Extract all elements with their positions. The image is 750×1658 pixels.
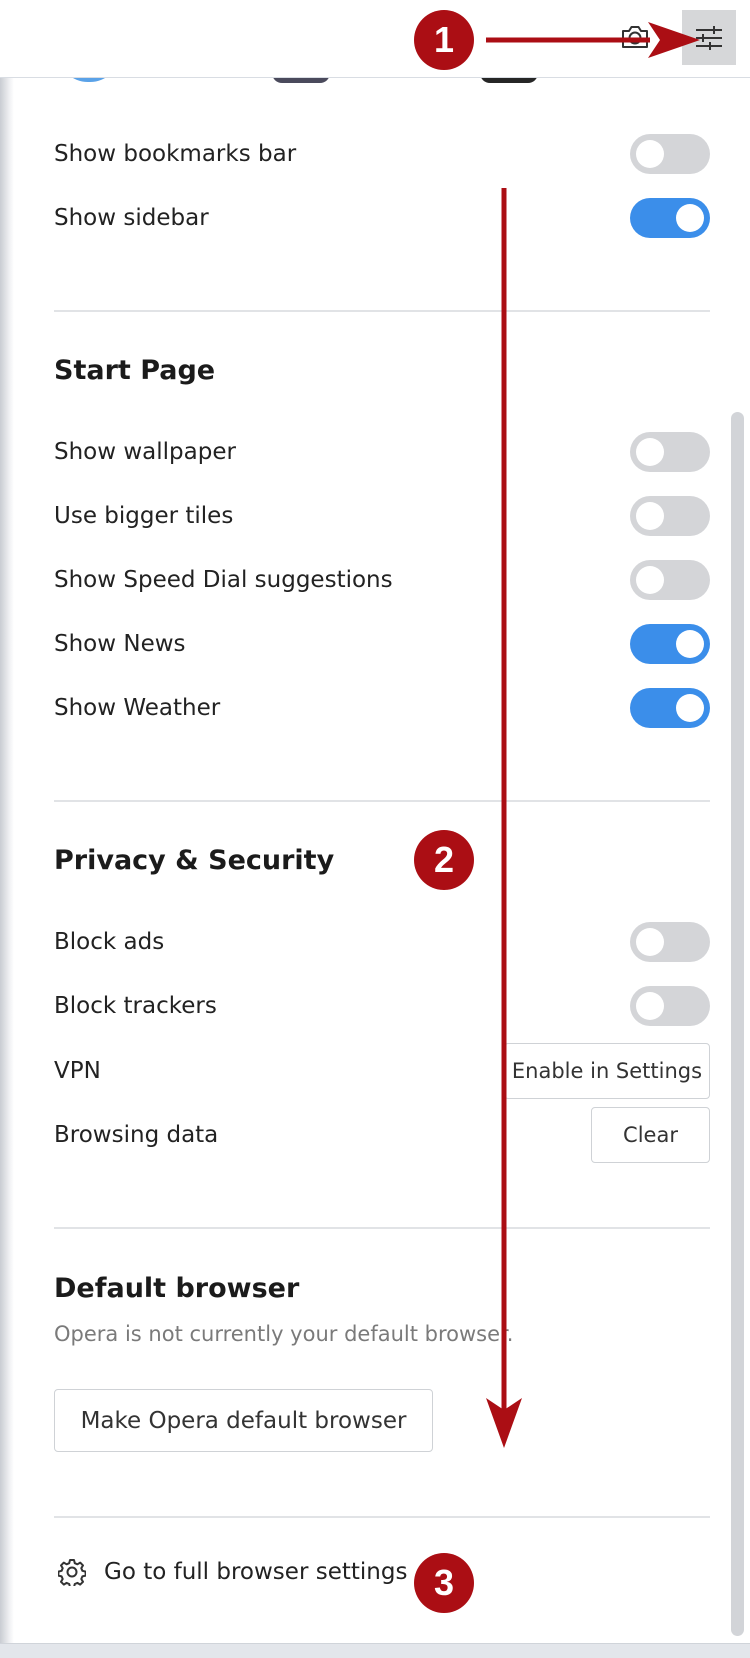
row-use-bigger-tiles: Use bigger tiles bbox=[54, 492, 710, 540]
row-label: Show bookmarks bar bbox=[54, 141, 297, 167]
row-show-sidebar: Show sidebar bbox=[54, 194, 710, 242]
row-show-wallpaper: Show wallpaper bbox=[54, 428, 710, 476]
row-label: Block trackers bbox=[54, 993, 217, 1019]
row-label: Browsing data bbox=[54, 1122, 219, 1148]
toggle-knob bbox=[676, 630, 704, 658]
toggle-block-trackers[interactable] bbox=[630, 986, 710, 1026]
row-label: Show News bbox=[54, 631, 186, 657]
section-title-start-page: Start Page bbox=[54, 355, 216, 386]
annotation-badge-2: 2 bbox=[414, 830, 474, 890]
row-show-news: Show News bbox=[54, 620, 710, 668]
row-block-ads: Block ads bbox=[54, 918, 710, 966]
row-label: Show Speed Dial suggestions bbox=[54, 567, 393, 593]
toggle-show-bookmarks-bar[interactable] bbox=[630, 134, 710, 174]
row-label: Block ads bbox=[54, 929, 165, 955]
gear-icon bbox=[58, 1559, 86, 1586]
row-label: VPN bbox=[54, 1058, 101, 1084]
section-divider bbox=[54, 1516, 710, 1518]
annotation-arrowhead-down bbox=[486, 1398, 522, 1448]
default-browser-note: Opera is not currently your default brow… bbox=[54, 1322, 514, 1346]
section-divider bbox=[54, 1227, 710, 1229]
section-divider bbox=[54, 310, 710, 312]
toggle-knob bbox=[636, 438, 664, 466]
toggle-knob bbox=[636, 992, 664, 1020]
annotation-badge-1: 1 bbox=[414, 10, 474, 70]
enable-vpn-in-settings-button[interactable]: Enable in Settings bbox=[504, 1043, 710, 1099]
scrollbar-thumb[interactable] bbox=[731, 412, 744, 1636]
full-browser-settings-label: Go to full browser settings bbox=[104, 1559, 408, 1585]
row-label: Show sidebar bbox=[54, 205, 209, 231]
toggle-show-wallpaper[interactable] bbox=[630, 432, 710, 472]
full-browser-settings-link[interactable]: Go to full browser settings bbox=[58, 1558, 407, 1586]
toggle-knob bbox=[636, 928, 664, 956]
sliders-icon bbox=[696, 25, 722, 50]
make-default-browser-button[interactable]: Make Opera default browser bbox=[54, 1389, 433, 1452]
clear-browsing-data-button[interactable]: Clear bbox=[591, 1107, 710, 1163]
row-vpn: VPN Enable in Settings bbox=[54, 1043, 710, 1099]
toggle-knob bbox=[636, 502, 664, 530]
row-label: Use bigger tiles bbox=[54, 503, 234, 529]
row-show-bookmarks-bar: Show bookmarks bar bbox=[54, 130, 710, 178]
window-bottom-edge bbox=[0, 1643, 750, 1658]
toggle-knob bbox=[636, 140, 664, 168]
toggle-show-weather[interactable] bbox=[630, 688, 710, 728]
toggle-knob bbox=[676, 204, 704, 232]
row-label: Show Weather bbox=[54, 695, 221, 721]
panel-shadow-edge bbox=[0, 77, 14, 1643]
row-show-weather: Show Weather bbox=[54, 684, 710, 732]
section-divider bbox=[54, 800, 710, 802]
easy-setup-button[interactable] bbox=[682, 10, 736, 65]
section-title-default-browser: Default browser bbox=[54, 1273, 300, 1304]
toggle-show-news[interactable] bbox=[630, 624, 710, 664]
toggle-show-sidebar[interactable] bbox=[630, 198, 710, 238]
camera-icon bbox=[622, 26, 648, 48]
annotation-badge-3: 3 bbox=[414, 1553, 474, 1613]
row-show-speed-dial-suggestions: Show Speed Dial suggestions bbox=[54, 556, 710, 604]
camera-button[interactable] bbox=[618, 22, 652, 52]
row-browsing-data: Browsing data Clear bbox=[54, 1107, 710, 1163]
toggle-knob bbox=[676, 694, 704, 722]
row-block-trackers: Block trackers bbox=[54, 982, 710, 1030]
easy-setup-panel: Show bookmarks bar Show sidebar Start Pa… bbox=[0, 0, 750, 1658]
section-title-privacy-security: Privacy & Security bbox=[54, 845, 335, 876]
toggle-use-bigger-tiles[interactable] bbox=[630, 496, 710, 536]
toggle-knob bbox=[636, 566, 664, 594]
top-toolbar bbox=[0, 0, 750, 78]
toggle-block-ads[interactable] bbox=[630, 922, 710, 962]
row-label: Show wallpaper bbox=[54, 439, 236, 465]
toggle-show-speed-dial-suggestions[interactable] bbox=[630, 560, 710, 600]
